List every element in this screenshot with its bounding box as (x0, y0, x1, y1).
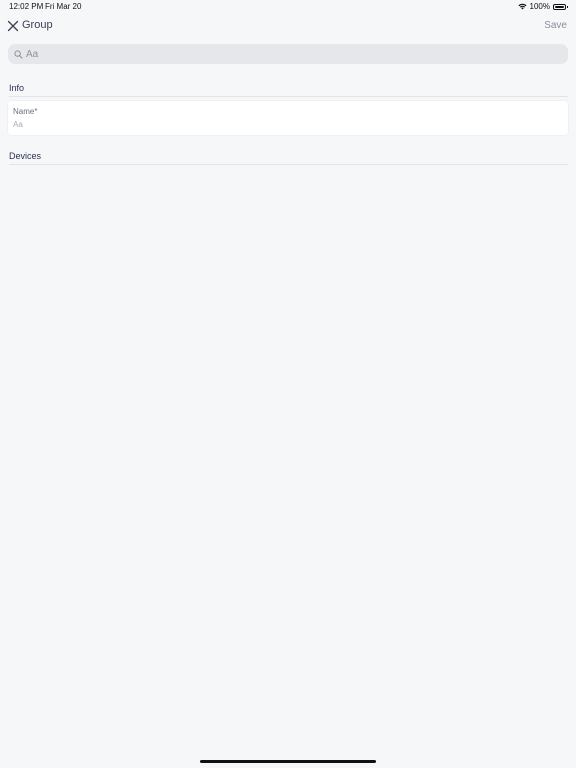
status-date: Fri Mar 20 (45, 2, 82, 11)
info-card: Name* (8, 101, 568, 135)
page-title: Group (22, 19, 53, 31)
status-indicators: 100% (518, 2, 568, 11)
save-button[interactable]: Save (544, 20, 567, 31)
status-time: 12:02 PM (9, 2, 44, 11)
status-bar: 12:02 PM Fri Mar 20 100% (0, 0, 576, 14)
nav-bar: Group Save (0, 16, 576, 38)
search-bar[interactable] (8, 44, 568, 64)
battery-icon (553, 3, 568, 10)
wifi-icon (518, 3, 527, 10)
home-indicator (200, 760, 376, 763)
search-input[interactable] (26, 48, 526, 60)
name-field-label: Name* (13, 107, 38, 116)
battery-percent: 100% (529, 2, 550, 11)
close-icon[interactable] (7, 20, 19, 32)
section-header-devices: Devices (9, 151, 568, 165)
name-field[interactable] (13, 120, 553, 129)
section-header-info: Info (9, 83, 568, 97)
search-icon (14, 49, 23, 59)
